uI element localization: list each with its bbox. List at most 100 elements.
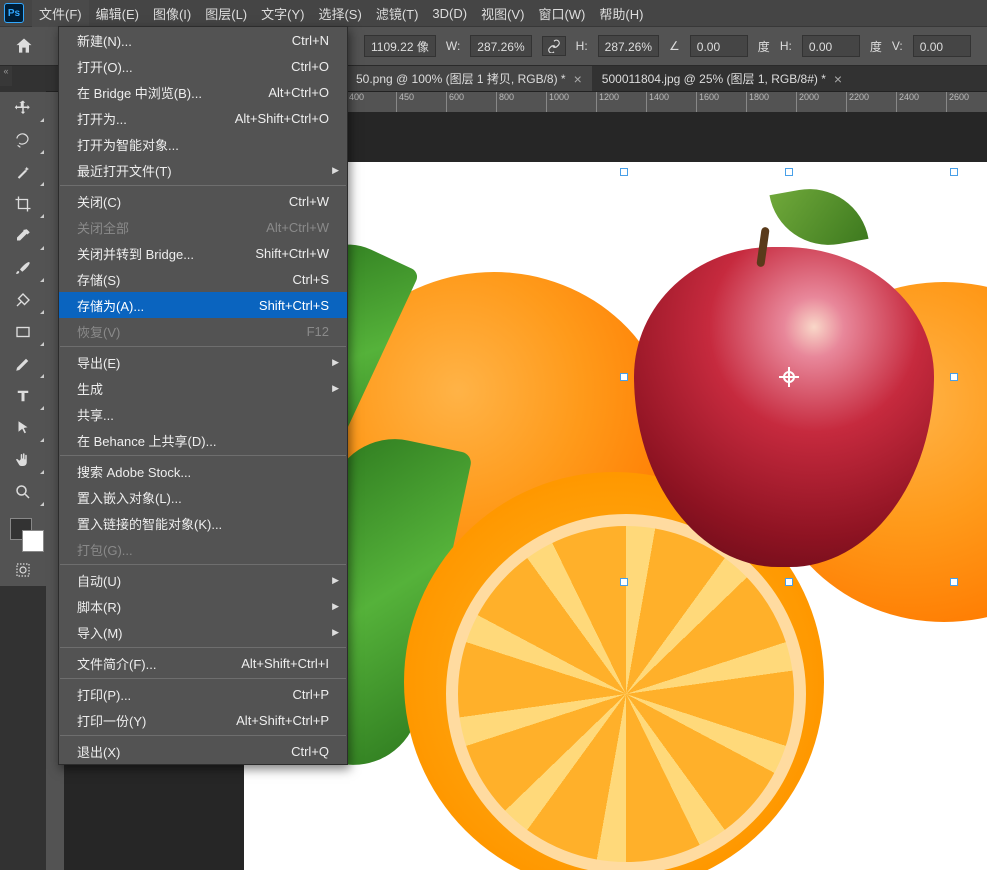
menu-item-shortcut: Ctrl+O xyxy=(291,59,329,74)
pen-tool[interactable] xyxy=(0,348,46,380)
menu-item[interactable]: 脚本(R) xyxy=(59,593,347,619)
transform-handle[interactable] xyxy=(620,578,628,586)
menu-3d[interactable]: 3D(D) xyxy=(425,2,474,25)
menu-view[interactable]: 视图(V) xyxy=(474,0,531,27)
menu-item[interactable]: 生成 xyxy=(59,375,347,401)
height-label: H: xyxy=(576,39,588,53)
crop-tool[interactable] xyxy=(0,188,46,220)
document-tab[interactable]: 500011804.jpg @ 25% (图层 1, RGB/8#) * × xyxy=(592,66,852,91)
transform-handle[interactable] xyxy=(950,168,958,176)
menu-item[interactable]: 在 Behance 上共享(D)... xyxy=(59,427,347,453)
document-canvas[interactable]: Baid 经验 jingyan.baidu.com xyxy=(244,162,987,870)
menu-item[interactable]: 关闭并转到 Bridge...Shift+Ctrl+W xyxy=(59,240,347,266)
menu-item-shortcut: Shift+Ctrl+W xyxy=(255,246,329,261)
menu-help[interactable]: 帮助(H) xyxy=(592,0,650,27)
menu-item-shortcut: Ctrl+S xyxy=(293,272,329,287)
transform-height-field[interactable]: 287.26% xyxy=(598,35,659,57)
transform-handle[interactable] xyxy=(785,168,793,176)
menu-item[interactable]: 共享... xyxy=(59,401,347,427)
link-icon[interactable] xyxy=(542,36,566,56)
menu-item[interactable]: 置入嵌入对象(L)... xyxy=(59,484,347,510)
menu-item[interactable]: 打开为...Alt+Shift+Ctrl+O xyxy=(59,105,347,131)
menu-item-label: 导出(E) xyxy=(77,353,120,372)
menu-bar: Ps 文件(F) 编辑(E) 图像(I) 图层(L) 文字(Y) 选择(S) 滤… xyxy=(0,0,987,26)
menu-item[interactable]: 打开为智能对象... xyxy=(59,131,347,157)
menu-item[interactable]: 打印一份(Y)Alt+Shift+Ctrl+P xyxy=(59,707,347,733)
menu-item-label: 置入链接的智能对象(K)... xyxy=(77,514,222,533)
menu-item-label: 关闭(C) xyxy=(77,192,121,211)
menu-type[interactable]: 文字(Y) xyxy=(254,0,311,27)
lasso-tool[interactable] xyxy=(0,124,46,156)
hand-tool[interactable] xyxy=(0,444,46,476)
transform-handle[interactable] xyxy=(950,373,958,381)
brush-tool[interactable] xyxy=(0,252,46,284)
home-icon[interactable] xyxy=(10,32,38,60)
panel-collapse-icon[interactable]: « xyxy=(0,66,12,86)
menu-item[interactable]: 打印(P)...Ctrl+P xyxy=(59,681,347,707)
menu-item-label: 打印(P)... xyxy=(77,685,131,704)
menu-item-label: 打开为智能对象... xyxy=(77,135,179,154)
tab-label: 500011804.jpg @ 25% (图层 1, RGB/8#) * xyxy=(602,70,826,87)
menu-item-shortcut: Ctrl+W xyxy=(289,194,329,209)
menu-layer[interactable]: 图层(L) xyxy=(198,0,254,27)
skew-h-field[interactable]: 0.00 xyxy=(802,35,860,57)
menu-item-label: 在 Behance 上共享(D)... xyxy=(77,431,216,450)
skew-v-field[interactable]: 0.00 xyxy=(913,35,971,57)
menu-item-shortcut: Alt+Shift+Ctrl+P xyxy=(236,713,329,728)
menu-item-label: 恢复(V) xyxy=(77,322,120,341)
menu-separator xyxy=(60,455,346,456)
menu-image[interactable]: 图像(I) xyxy=(146,0,198,27)
menu-item[interactable]: 最近打开文件(T) xyxy=(59,157,347,183)
document-tab[interactable]: 50.png @ 100% (图层 1 拷贝, RGB/8) * × xyxy=(346,66,592,91)
menu-item[interactable]: 存储为(A)...Shift+Ctrl+S xyxy=(59,292,347,318)
healing-brush-tool[interactable] xyxy=(0,284,46,316)
menu-edit[interactable]: 编辑(E) xyxy=(89,0,146,27)
type-tool[interactable] xyxy=(0,380,46,412)
menu-item[interactable]: 搜索 Adobe Stock... xyxy=(59,458,347,484)
menu-item[interactable]: 打开(O)...Ctrl+O xyxy=(59,53,347,79)
skew-v-label: V: xyxy=(892,39,903,53)
menu-window[interactable]: 窗口(W) xyxy=(531,0,592,27)
menu-item[interactable]: 存储(S)Ctrl+S xyxy=(59,266,347,292)
menu-item-shortcut: F12 xyxy=(307,324,329,339)
transform-width-field[interactable]: 287.26% xyxy=(470,35,531,57)
background-color[interactable] xyxy=(22,530,44,552)
path-selection-tool[interactable] xyxy=(0,412,46,444)
menu-item-shortcut: Alt+Ctrl+O xyxy=(268,85,329,100)
close-icon[interactable]: × xyxy=(574,71,582,87)
magic-wand-tool[interactable] xyxy=(0,156,46,188)
menu-item[interactable]: 置入链接的智能对象(K)... xyxy=(59,510,347,536)
menu-item-shortcut: Shift+Ctrl+S xyxy=(259,298,329,313)
menu-filter[interactable]: 滤镜(T) xyxy=(369,0,426,27)
menu-item[interactable]: 新建(N)...Ctrl+N xyxy=(59,27,347,53)
menu-separator xyxy=(60,735,346,736)
quick-mask-tool[interactable] xyxy=(0,554,46,586)
transform-x-field[interactable]: 1109.22 像 xyxy=(364,35,436,57)
menu-item-shortcut: Ctrl+Q xyxy=(291,744,329,759)
transform-handle[interactable] xyxy=(620,373,628,381)
menu-file[interactable]: 文件(F) xyxy=(32,0,89,27)
menu-item[interactable]: 关闭(C) Ctrl+W xyxy=(59,188,347,214)
menu-select[interactable]: 选择(S) xyxy=(311,0,368,27)
move-tool[interactable] xyxy=(0,92,46,124)
close-icon[interactable]: × xyxy=(834,71,842,87)
transform-handle[interactable] xyxy=(785,578,793,586)
menu-item[interactable]: 导出(E) xyxy=(59,349,347,375)
app-logo: Ps xyxy=(4,3,24,23)
menu-item: 恢复(V) F12 xyxy=(59,318,347,344)
transform-handle[interactable] xyxy=(950,578,958,586)
zoom-tool[interactable] xyxy=(0,476,46,508)
menu-item[interactable]: 在 Bridge 中浏览(B)...Alt+Ctrl+O xyxy=(59,79,347,105)
color-swatches[interactable] xyxy=(0,514,46,554)
transform-handle[interactable] xyxy=(620,168,628,176)
rectangle-tool[interactable] xyxy=(0,316,46,348)
transform-angle-field[interactable]: 0.00 xyxy=(690,35,748,57)
menu-item-label: 自动(U) xyxy=(77,571,121,590)
transform-center-icon[interactable] xyxy=(779,367,799,387)
menu-item[interactable]: 自动(U) xyxy=(59,567,347,593)
menu-item[interactable]: 导入(M) xyxy=(59,619,347,645)
menu-item[interactable]: 文件简介(F)...Alt+Shift+Ctrl+I xyxy=(59,650,347,676)
transform-bounding-box[interactable] xyxy=(624,172,954,582)
eyedropper-tool[interactable] xyxy=(0,220,46,252)
menu-item[interactable]: 退出(X)Ctrl+Q xyxy=(59,738,347,764)
